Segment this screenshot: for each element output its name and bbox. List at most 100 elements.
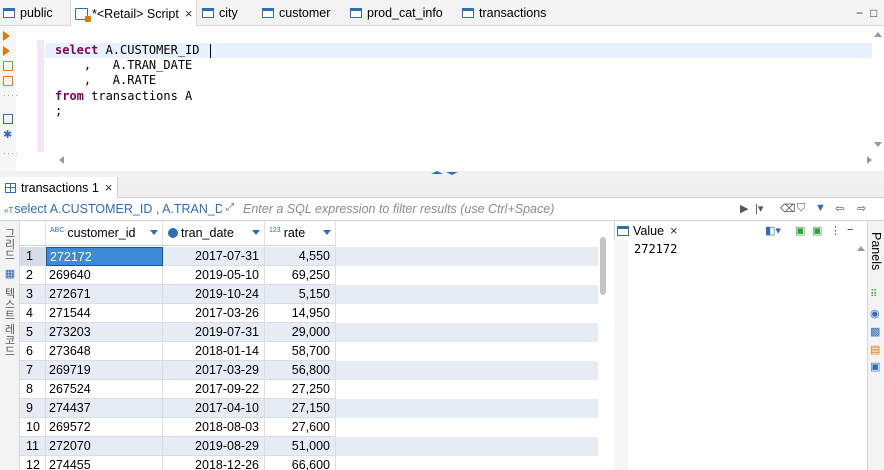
cell-tran-date[interactable]: 2018-01-14: [163, 342, 265, 361]
cell-rate[interactable]: 58,700: [265, 342, 336, 361]
cell-tran-date[interactable]: 2017-03-26: [163, 304, 265, 323]
tab-public[interactable]: public: [3, 0, 53, 26]
scroll-left-icon[interactable]: [59, 156, 64, 164]
maximize-icon[interactable]: □: [870, 6, 877, 20]
cell-rate[interactable]: 27,150: [265, 399, 336, 418]
execute-statement-icon[interactable]: [3, 31, 10, 41]
more-options-icon[interactable]: ⋮: [830, 224, 841, 237]
cell-tran-date[interactable]: 2017-09-22: [163, 380, 265, 399]
apply-filter-icon[interactable]: ▶: [740, 202, 748, 215]
tab-customer[interactable]: customer: [262, 0, 330, 26]
column-header-customer-id[interactable]: ABC customer_id: [46, 221, 163, 246]
row-number[interactable]: 9: [20, 399, 46, 418]
tab-value[interactable]: Value ×: [617, 222, 678, 239]
side-tab-grid[interactable]: 그리드: [3, 229, 17, 262]
grid-vertical-scrollbar[interactable]: [600, 237, 606, 295]
table-row[interactable]: 11 272070 2019-08-29 51,000: [20, 437, 598, 456]
cell-customer-id[interactable]: 274455: [46, 456, 163, 470]
cell-customer-id[interactable]: 272671: [46, 285, 163, 304]
minimize-icon[interactable]: −: [856, 6, 863, 20]
scroll-right-icon[interactable]: [867, 156, 872, 164]
metadata-icon[interactable]: ◉: [870, 307, 881, 320]
cell-customer-id[interactable]: 273203: [46, 323, 163, 342]
clear-filter-icon[interactable]: ⌫: [780, 202, 796, 215]
cell-customer-id[interactable]: 272070: [46, 437, 163, 456]
cell-value-text[interactable]: 272172: [634, 242, 677, 256]
filter-input[interactable]: [243, 200, 698, 218]
table-row[interactable]: 5 273203 2019-07-31 29,000: [20, 323, 598, 342]
cell-rate[interactable]: 4,550: [265, 247, 336, 266]
save-to-file-icon[interactable]: ▣: [812, 224, 822, 237]
explain-plan-icon[interactable]: [3, 76, 13, 86]
cell-customer-id[interactable]: 269572: [46, 418, 163, 437]
table-row[interactable]: 10 269572 2018-08-03 27,600: [20, 418, 598, 437]
table-row[interactable]: 12 274455 2018-12-26 66,600: [20, 456, 598, 470]
grid-view-icon[interactable]: ▦: [3, 269, 17, 280]
cell-rate[interactable]: 14,950: [265, 304, 336, 323]
sort-icon[interactable]: [323, 230, 331, 235]
table-row[interactable]: 2 269640 2019-05-10 69,250: [20, 266, 598, 285]
table-row[interactable]: 8 267524 2017-09-22 27,250: [20, 380, 598, 399]
row-number[interactable]: 7: [20, 361, 46, 380]
sql-code[interactable]: select A.CUSTOMER_ID , A.TRAN_DATE , A.R…: [55, 43, 872, 119]
grouping-icon[interactable]: ⠿: [870, 289, 881, 300]
close-tab-icon[interactable]: ×: [670, 223, 678, 238]
cell-tran-date[interactable]: 2017-04-10: [163, 399, 265, 418]
cell-customer-id[interactable]: 273648: [46, 342, 163, 361]
expand-icon[interactable]: ⤢: [226, 202, 234, 213]
cell-tran-date[interactable]: 2018-08-03: [163, 418, 265, 437]
cell-customer-id[interactable]: 271544: [46, 304, 163, 323]
calc-icon[interactable]: ▩: [870, 325, 881, 338]
row-number[interactable]: 10: [20, 418, 46, 437]
save-icon[interactable]: ▣: [795, 224, 805, 237]
value-viewer-icon[interactable]: ▣: [870, 360, 881, 373]
references-icon[interactable]: ▤: [870, 343, 881, 356]
cell-tran-date[interactable]: 2019-10-24: [163, 285, 265, 304]
cell-tran-date[interactable]: 2019-07-31: [163, 323, 265, 342]
editor-horizontal-scrollbar[interactable]: [55, 155, 872, 165]
sort-icon[interactable]: [150, 230, 158, 235]
cell-customer-id[interactable]: 269719: [46, 361, 163, 380]
filter-settings-icon[interactable]: ⛉: [797, 202, 805, 215]
cell-rate[interactable]: 27,600: [265, 418, 336, 437]
table-row[interactable]: 3 272671 2019-10-24 5,150: [20, 285, 598, 304]
scroll-up-icon[interactable]: [857, 246, 865, 251]
row-number[interactable]: 4: [20, 304, 46, 323]
maximize-results-icon[interactable]: [431, 171, 443, 174]
gear-icon[interactable]: ✱: [3, 130, 13, 141]
cell-rate[interactable]: 56,800: [265, 361, 336, 380]
cell-customer-id[interactable]: 269640: [46, 266, 163, 285]
table-row[interactable]: 7 269719 2017-03-29 56,800: [20, 361, 598, 380]
table-row[interactable]: 9 274437 2017-04-10 27,150: [20, 399, 598, 418]
row-number[interactable]: 8: [20, 380, 46, 399]
cell-rate[interactable]: 27,250: [265, 380, 336, 399]
sort-icon[interactable]: [252, 230, 260, 235]
row-number[interactable]: 5: [20, 323, 46, 342]
filter-icon[interactable]: ▼: [815, 202, 826, 214]
restore-results-icon[interactable]: [446, 172, 458, 175]
close-tab-icon[interactable]: ×: [105, 180, 113, 195]
minimize-icon[interactable]: −: [847, 224, 853, 236]
column-header-rate[interactable]: 123 rate: [265, 221, 336, 246]
side-tab-text[interactable]: 텍스트: [3, 289, 17, 322]
scroll-up-icon[interactable]: [874, 32, 882, 37]
cell-tran-date[interactable]: 2019-08-29: [163, 437, 265, 456]
table-row[interactable]: 4 271544 2017-03-26 14,950: [20, 304, 598, 323]
column-header-tran-date[interactable]: tran_date: [163, 221, 265, 246]
query-text[interactable]: «Tselect A.CUSTOMER_ID , A.TRAN_DA: [4, 202, 222, 216]
row-number[interactable]: 1: [20, 247, 46, 266]
tab-city[interactable]: city: [202, 0, 238, 26]
tab-transactions-1[interactable]: transactions 1 ×: [0, 177, 119, 198]
row-number[interactable]: 6: [20, 342, 46, 361]
row-number[interactable]: 2: [20, 266, 46, 285]
content-viewer-icon[interactable]: ◧▾: [765, 224, 781, 237]
panels-label[interactable]: Panels: [869, 232, 883, 270]
forward-icon[interactable]: ⇨: [857, 202, 866, 215]
cell-rate[interactable]: 69,250: [265, 266, 336, 285]
tab-retail-script[interactable]: *<Retail> Script ×: [70, 0, 198, 27]
cell-rate[interactable]: 29,000: [265, 323, 336, 342]
row-number[interactable]: 11: [20, 437, 46, 456]
cell-tran-date[interactable]: 2017-07-31: [163, 247, 265, 266]
tab-transactions[interactable]: transactions: [462, 0, 546, 26]
filter-history-icon[interactable]: |▾: [755, 202, 763, 215]
